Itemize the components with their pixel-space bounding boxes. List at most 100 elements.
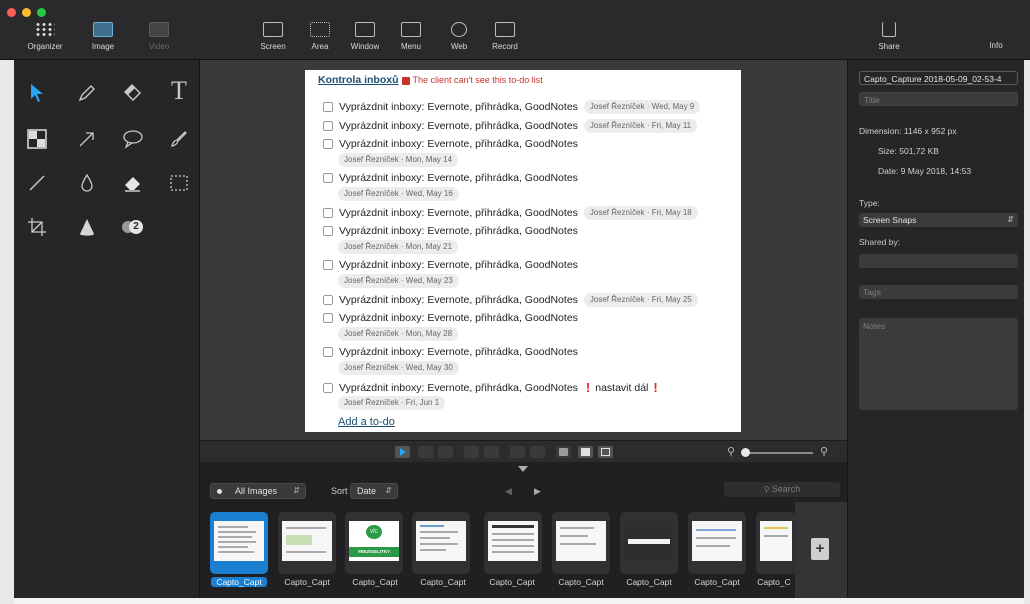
capture-thumbnail[interactable] <box>278 512 336 574</box>
type-select[interactable]: Screen Snaps ⇵ <box>859 213 1018 227</box>
todo-assignee-tag: Josef Řezníček · Fri, May 25 <box>583 293 698 307</box>
close-window-button[interactable] <box>7 8 16 17</box>
exclamation-icon: ! <box>585 380 591 395</box>
counter-tool[interactable]: 2 <box>118 212 148 242</box>
info-button[interactable]: i Info <box>977 22 1015 58</box>
zoom-window-button[interactable] <box>37 8 46 17</box>
todo-item: Vyprázdnit inboxy: Evernote, přihrádka, … <box>323 138 578 150</box>
thumbnail-label: Capto_Capt <box>284 577 330 587</box>
todo-item: Vyprázdnit inboxy: Evernote, přihrádka, … <box>323 100 701 114</box>
pencil-tool[interactable] <box>72 78 102 108</box>
todo-assignee-tag: Josef Řezníček · Mon, May 14 <box>338 153 459 167</box>
actual-size-button[interactable] <box>598 446 613 458</box>
undo-button[interactable] <box>418 446 433 458</box>
todo-item: Vyprázdnit inboxy: Evernote, přihrádka, … <box>323 225 578 237</box>
filename-field[interactable]: Capto_Capture 2018-05-09_02-53-4 <box>859 71 1018 85</box>
todo-assignee-tag: Josef Řezníček · Wed, May 30 <box>338 361 459 375</box>
thumbnail-label: Capto_Capt <box>558 577 604 587</box>
select-mode-button[interactable] <box>395 446 410 458</box>
area-capture-button[interactable]: Area <box>301 22 339 58</box>
line-tool[interactable] <box>22 168 52 198</box>
record-icon <box>495 22 515 37</box>
fit-canvas-button[interactable] <box>578 446 593 458</box>
share-icon <box>882 22 896 37</box>
previous-arrow-icon[interactable]: ◀ <box>505 486 512 497</box>
todo-assignee-tag: Josef Řezníček · Mon, May 21 <box>338 240 459 254</box>
spotlight-tool[interactable] <box>72 212 102 242</box>
todo-checkbox <box>323 139 333 149</box>
image-button[interactable]: Image <box>84 20 122 56</box>
todo-checkbox <box>323 226 333 236</box>
distribute-button[interactable] <box>530 446 545 458</box>
todo-checkbox <box>323 121 333 131</box>
blur-grid-tool[interactable] <box>22 124 52 154</box>
capture-thumbnail[interactable] <box>484 512 542 574</box>
collapse-toggle-icon[interactable] <box>518 466 528 472</box>
todo-item: Vyprázdnit inboxy: Evernote, přihrádka, … <box>323 346 578 358</box>
add-capture-panel[interactable] <box>795 502 847 598</box>
marquee-select-tool[interactable] <box>164 168 194 198</box>
redo-button[interactable] <box>438 446 453 458</box>
todo-checkbox <box>323 208 333 218</box>
thumbnail-label: Capto_Capt <box>352 577 398 587</box>
next-arrow-icon[interactable]: ▶ <box>534 486 541 497</box>
arrow-tool[interactable] <box>72 124 102 154</box>
todo-item: Vyprázdnit inboxy: Evernote, přihrádka, … <box>323 206 698 220</box>
video-camera-icon <box>149 22 169 37</box>
image-canvas[interactable]: Kontrola inboxů The client can't see thi… <box>200 60 847 440</box>
send-back-button[interactable] <box>484 446 499 458</box>
add-file-icon <box>811 538 829 560</box>
thumbnail-label: Capto_C <box>757 577 791 587</box>
select-chevron-icon: ⇵ <box>385 486 392 495</box>
organizer-search-input[interactable]: ⚲ Search <box>724 482 840 497</box>
title-field[interactable]: Title <box>859 92 1018 106</box>
capture-thumbnail[interactable] <box>412 512 470 574</box>
organizer-button[interactable]: Organizer <box>26 22 64 58</box>
eraser-tool[interactable] <box>118 168 148 198</box>
lock-button[interactable] <box>556 446 571 458</box>
selection-arrow-tool[interactable] <box>22 78 52 108</box>
zoom-slider-track[interactable] <box>743 452 813 454</box>
video-button[interactable]: Video <box>140 22 178 58</box>
window-capture-button[interactable]: Window <box>345 22 385 58</box>
capture-thumbnail[interactable] <box>620 512 678 574</box>
share-button[interactable]: Share <box>870 22 908 58</box>
screen-capture-button[interactable]: Screen <box>254 22 292 58</box>
web-icon <box>451 22 467 37</box>
menu-icon <box>401 22 421 37</box>
record-button[interactable]: Record <box>486 22 524 58</box>
zoom-in-icon[interactable]: ⚲ <box>820 445 828 458</box>
shared-by-field[interactable] <box>859 254 1018 268</box>
capto-window: Organizer Image Video Screen Area Window… <box>0 0 1030 604</box>
bring-front-button[interactable] <box>464 446 479 458</box>
library-filter-select[interactable]: All Images ⇵ <box>210 483 306 499</box>
highlighter-tool[interactable] <box>118 78 148 108</box>
capture-thumbnail[interactable] <box>552 512 610 574</box>
thumbnail-image <box>556 521 606 561</box>
brush-tool[interactable] <box>164 124 194 154</box>
zoom-out-icon[interactable]: ⚲ <box>727 445 735 458</box>
shared-by-label: Shared by: <box>859 237 901 247</box>
add-todo-link: Add a to-do <box>338 416 395 428</box>
menu-capture-button[interactable]: Menu <box>392 22 430 58</box>
thumbnail-label: Capto_Capt <box>489 577 535 587</box>
capture-thumbnail[interactable] <box>688 512 746 574</box>
align-button[interactable] <box>510 446 525 458</box>
capture-thumbnail[interactable]: VÍC #BEZIGELITKY <box>345 512 403 574</box>
web-capture-button[interactable]: Web <box>440 22 478 58</box>
fill-drop-tool[interactable] <box>72 168 102 198</box>
callout-tool[interactable] <box>118 124 148 154</box>
capture-thumbnail[interactable] <box>756 512 796 574</box>
visibility-note: The client can't see this to-do list <box>412 75 543 85</box>
dimension-value: Dimension: 1146 x 952 px <box>859 126 957 136</box>
annotation-tools-panel: T 2 <box>14 60 200 598</box>
todo-checkbox <box>323 347 333 357</box>
zoom-slider-knob[interactable] <box>741 448 750 457</box>
notes-field[interactable]: Notes <box>859 318 1018 410</box>
capture-thumbnail[interactable] <box>210 512 268 574</box>
crop-tool[interactable] <box>22 212 52 242</box>
minimize-window-button[interactable] <box>22 8 31 17</box>
text-tool[interactable]: T <box>164 76 194 106</box>
tags-field[interactable]: Tags <box>859 285 1018 299</box>
sort-select[interactable]: Date ⇵ <box>350 483 398 499</box>
